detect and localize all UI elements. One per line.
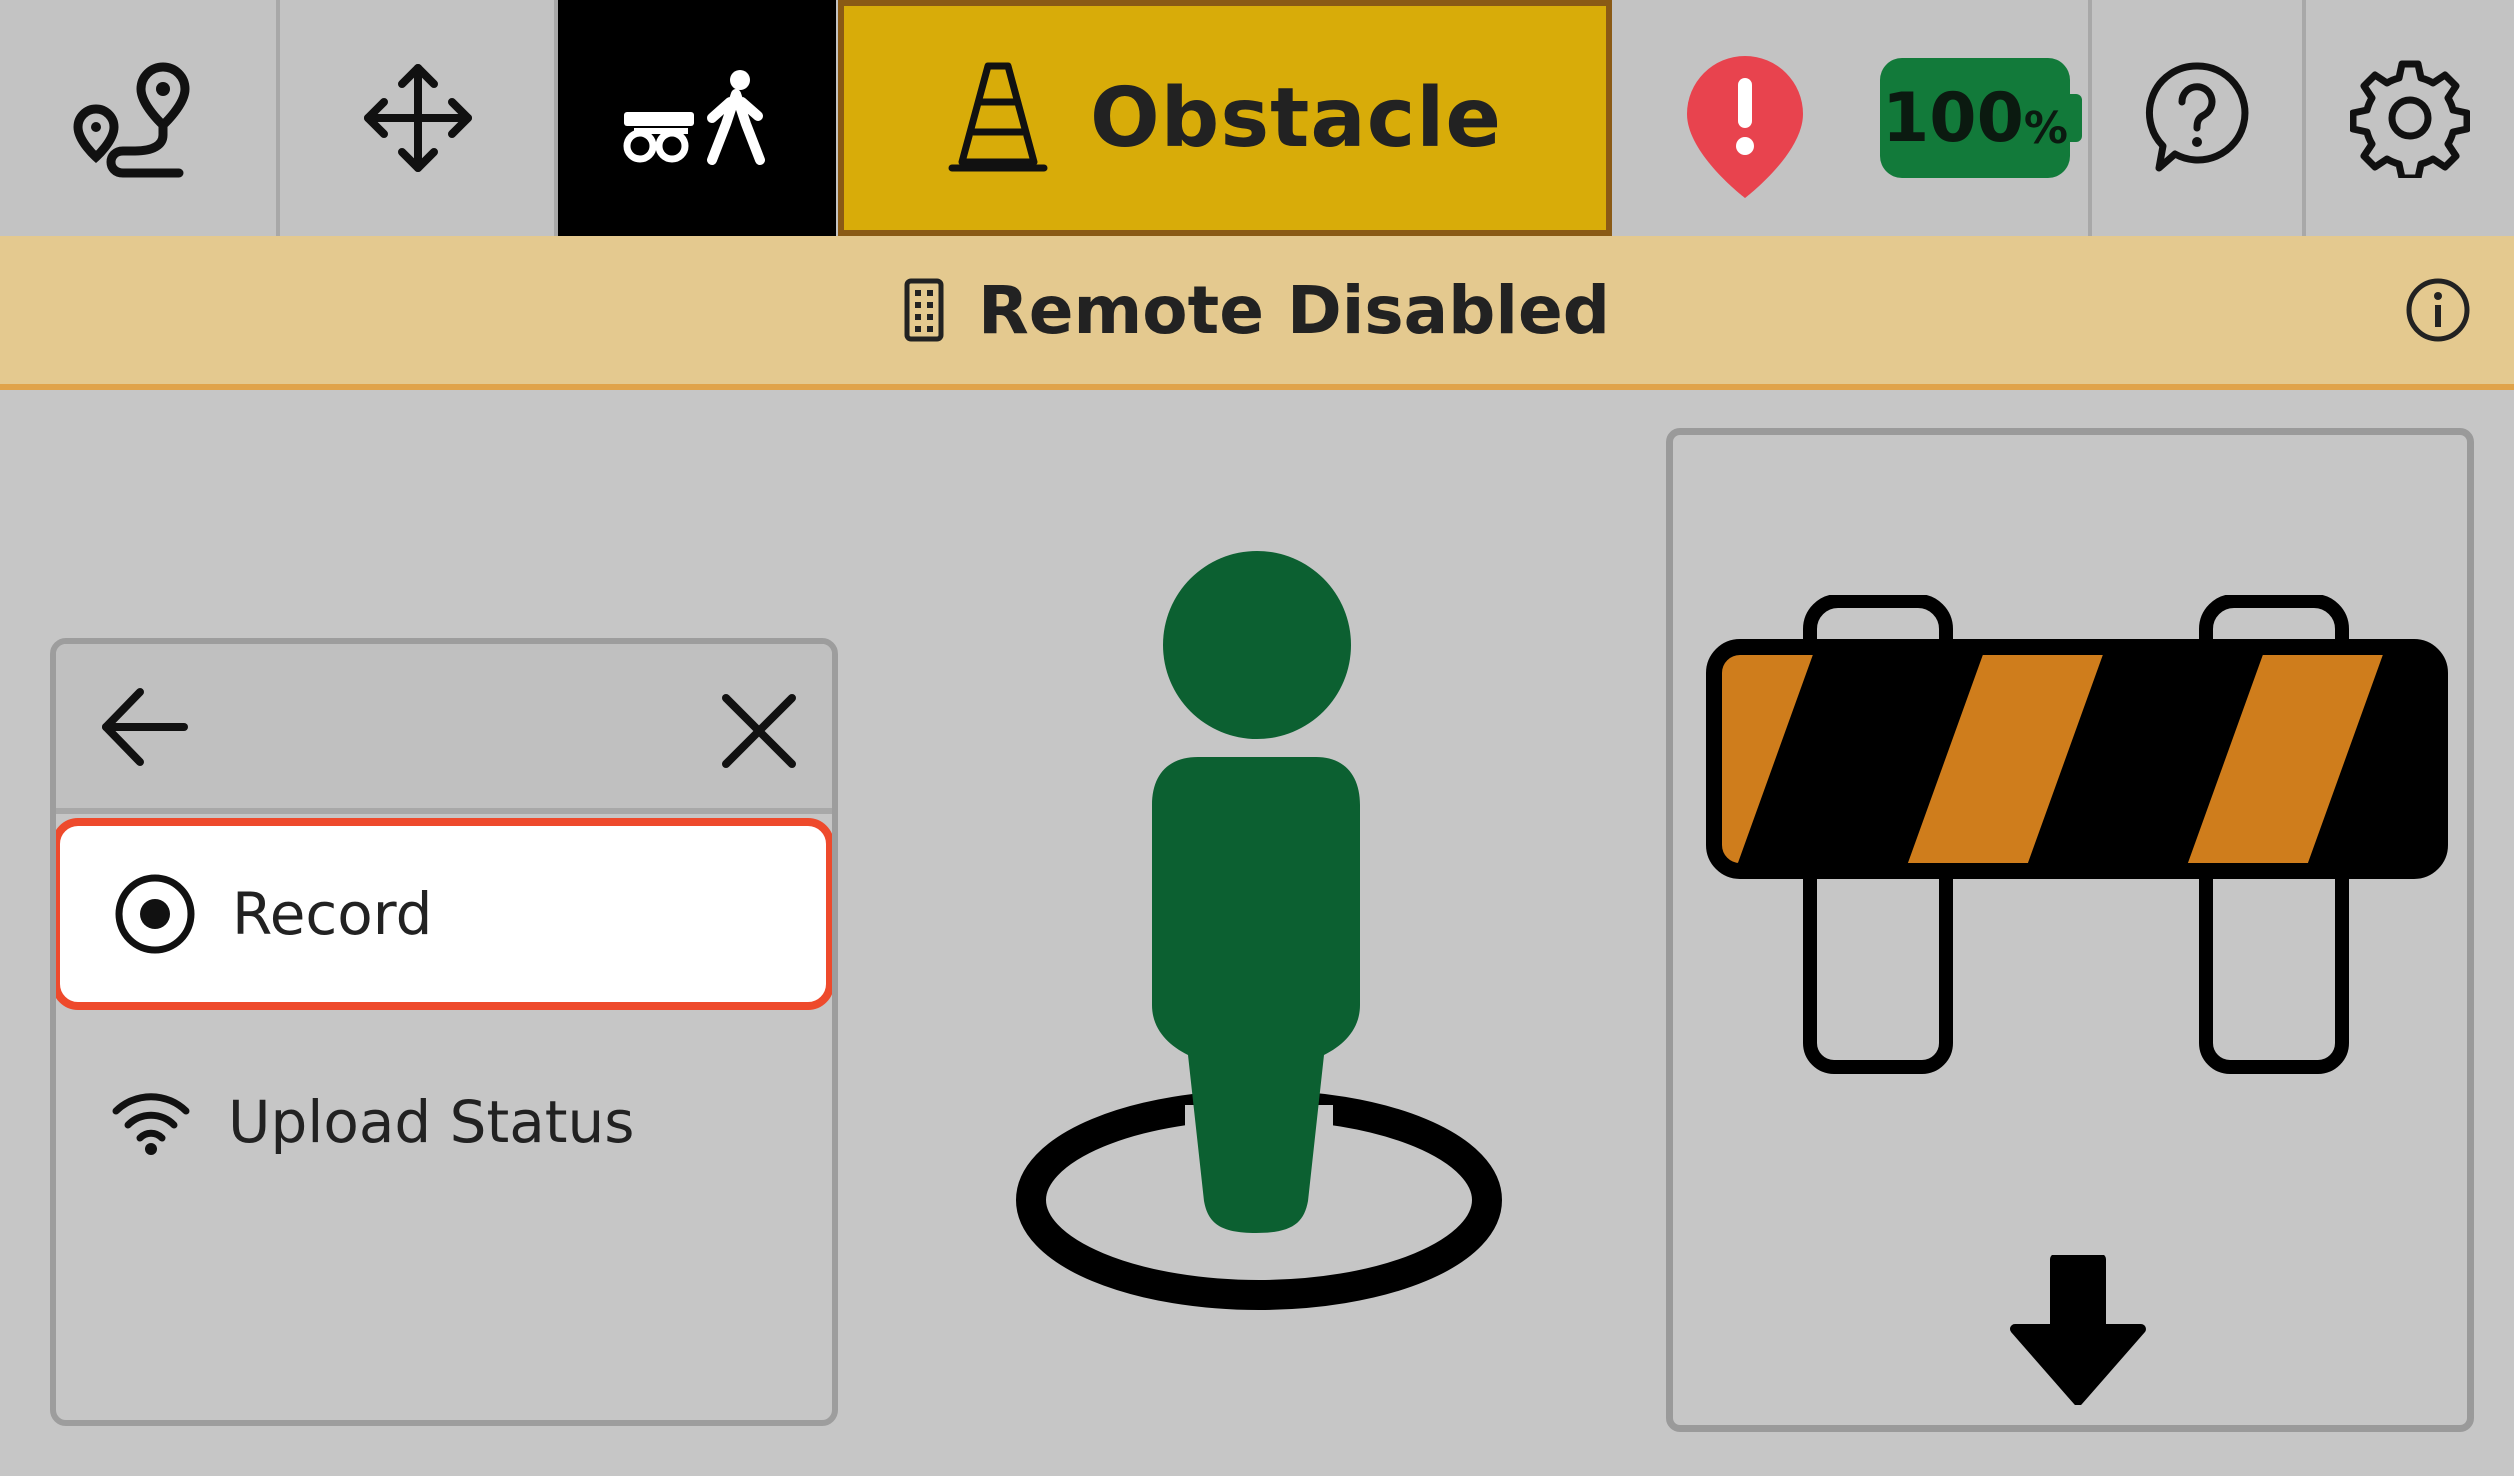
battery-tip: [2068, 94, 2082, 142]
alert-pin-icon: [1687, 56, 1803, 198]
record-radio-icon: [112, 871, 198, 957]
menu-item-upload-status[interactable]: Upload Status: [56, 1022, 832, 1222]
top-toolbar: Obstacle 100 %: [0, 0, 2514, 239]
route-button[interactable]: [0, 0, 276, 236]
menu-panel-header: [56, 644, 832, 814]
remote-status-banner: Remote Disabled: [0, 236, 2514, 390]
close-icon: [722, 694, 796, 768]
gear-icon: [2350, 60, 2470, 178]
person-location-icon: [1016, 551, 1502, 1310]
follow-mode-button[interactable]: [558, 0, 836, 236]
back-arrow-icon: [102, 688, 188, 766]
info-icon: [2406, 278, 2470, 342]
battery-unit: %: [2023, 102, 2069, 154]
settings-button[interactable]: [2306, 0, 2514, 236]
menu-item-label: Upload Status: [228, 1088, 635, 1156]
route-icon: [73, 62, 190, 178]
battery-indicator: 100 %: [1880, 58, 2082, 178]
info-button[interactable]: [2404, 276, 2472, 348]
mode-label: Obstacle: [1089, 70, 1503, 166]
wifi-icon: [108, 1079, 194, 1165]
menu-panel: Record Upload Status: [50, 638, 838, 1426]
move-button[interactable]: [280, 0, 556, 236]
robot-walker-icon: [623, 70, 765, 165]
move-arrows-icon: [364, 64, 472, 172]
menu-item-record[interactable]: Record: [56, 818, 832, 1010]
remote-control-icon: [904, 278, 944, 342]
alert-indicator[interactable]: [1680, 52, 1810, 202]
back-button[interactable]: [96, 682, 196, 772]
remote-status-text: Remote Disabled: [977, 271, 1611, 349]
help-icon: [2146, 62, 2249, 172]
battery-value: 100: [1881, 78, 2024, 158]
obstacle-card[interactable]: [1666, 428, 2474, 1432]
person-location-marker: [1010, 545, 1510, 1325]
menu-item-label: Record: [232, 880, 433, 948]
down-arrow-icon: [2010, 1255, 2146, 1405]
traffic-cone-icon: [948, 62, 1048, 172]
help-button[interactable]: [2092, 0, 2302, 236]
obstacle-mode-button[interactable]: Obstacle: [838, 0, 1612, 236]
close-button[interactable]: [716, 688, 802, 774]
barricade-icon: [1706, 595, 2448, 1074]
